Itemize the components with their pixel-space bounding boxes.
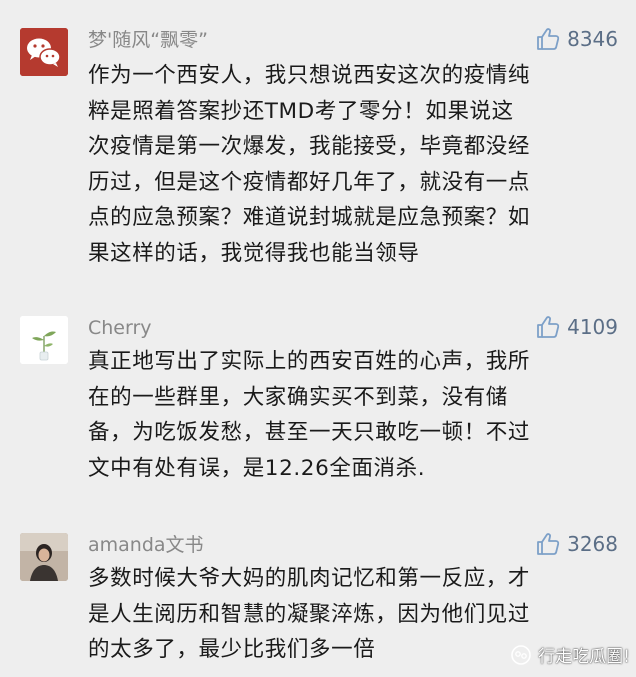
comment-line: 果这样的话，我觉得我也能当领导 xyxy=(88,240,420,266)
thumbs-up-icon xyxy=(537,533,560,555)
watermark: 行走吃瓜圈! xyxy=(510,642,630,667)
comment-line: 粹是照着答案抄还TMD考了零分！如果说这 xyxy=(88,98,514,124)
comment-line: 作为一个西安人，我只想说西安这次的疫情纯 xyxy=(88,63,531,88)
wechat-logo-icon xyxy=(20,28,68,76)
like-count: 8346 xyxy=(567,27,618,51)
comment-line: 点的应急预案？难道说封城就是应急预案？如 xyxy=(88,205,531,230)
like-count: 4109 xyxy=(567,315,618,339)
comment-line: 历过，但是这个疫情都好几年了，就没有一点 xyxy=(88,169,531,195)
comment-line: 备，为吃饭发愁，甚至一天只敢吃一顿！不过 xyxy=(88,420,531,445)
comment-line: 多数时候大爷大妈的肌肉记忆和第一反应，才 xyxy=(88,566,531,591)
nickname[interactable]: amanda文书 xyxy=(88,533,204,557)
comment-line: 次疫情是第一次爆发，我能接受，毕竟都没经 xyxy=(88,134,531,159)
nickname[interactable]: Cherry xyxy=(88,316,152,340)
comment-line: 真正地写出了实际上的西安百姓的心声，我所 xyxy=(88,349,531,374)
comment-line: 是人生阅历和智慧的凝聚淬炼，因为他们见过 xyxy=(88,601,531,627)
thumbs-up-icon xyxy=(537,28,560,50)
person-photo-icon xyxy=(20,533,68,581)
like-button[interactable]: 4109 xyxy=(535,314,618,340)
watermark-text: 行走吃瓜圈! xyxy=(538,647,630,667)
wechat-official-account-icon xyxy=(511,644,531,665)
like-count: 3268 xyxy=(567,532,618,556)
avatar[interactable] xyxy=(20,316,68,364)
comment-line: 在的一些群里，大家确实买不到菜，没有储 xyxy=(88,384,508,410)
avatar[interactable] xyxy=(20,28,68,76)
like-button[interactable]: 8346 xyxy=(535,26,618,52)
like-button[interactable]: 3268 xyxy=(535,531,618,557)
plant-vase-icon xyxy=(20,316,68,364)
comment-text: 作为一个西安人，我只想说西安这次的疫情纯 粹是照着答案抄还TMD考了零分！如果说… xyxy=(88,58,616,271)
comment-line: 文中有处有误，是12.26全面消杀. xyxy=(88,455,426,481)
avatar[interactable] xyxy=(20,533,68,581)
nickname[interactable]: 梦'随风“飘零” xyxy=(88,28,208,52)
thumbs-up-icon xyxy=(537,316,560,338)
comments-page: { "comments": [ { "nickname": "梦'随风“飘零”"… xyxy=(0,0,636,677)
comment-text: 真正地写出了实际上的西安百姓的心声，我所 在的一些群里，大家确实买不到菜，没有储… xyxy=(88,344,616,486)
